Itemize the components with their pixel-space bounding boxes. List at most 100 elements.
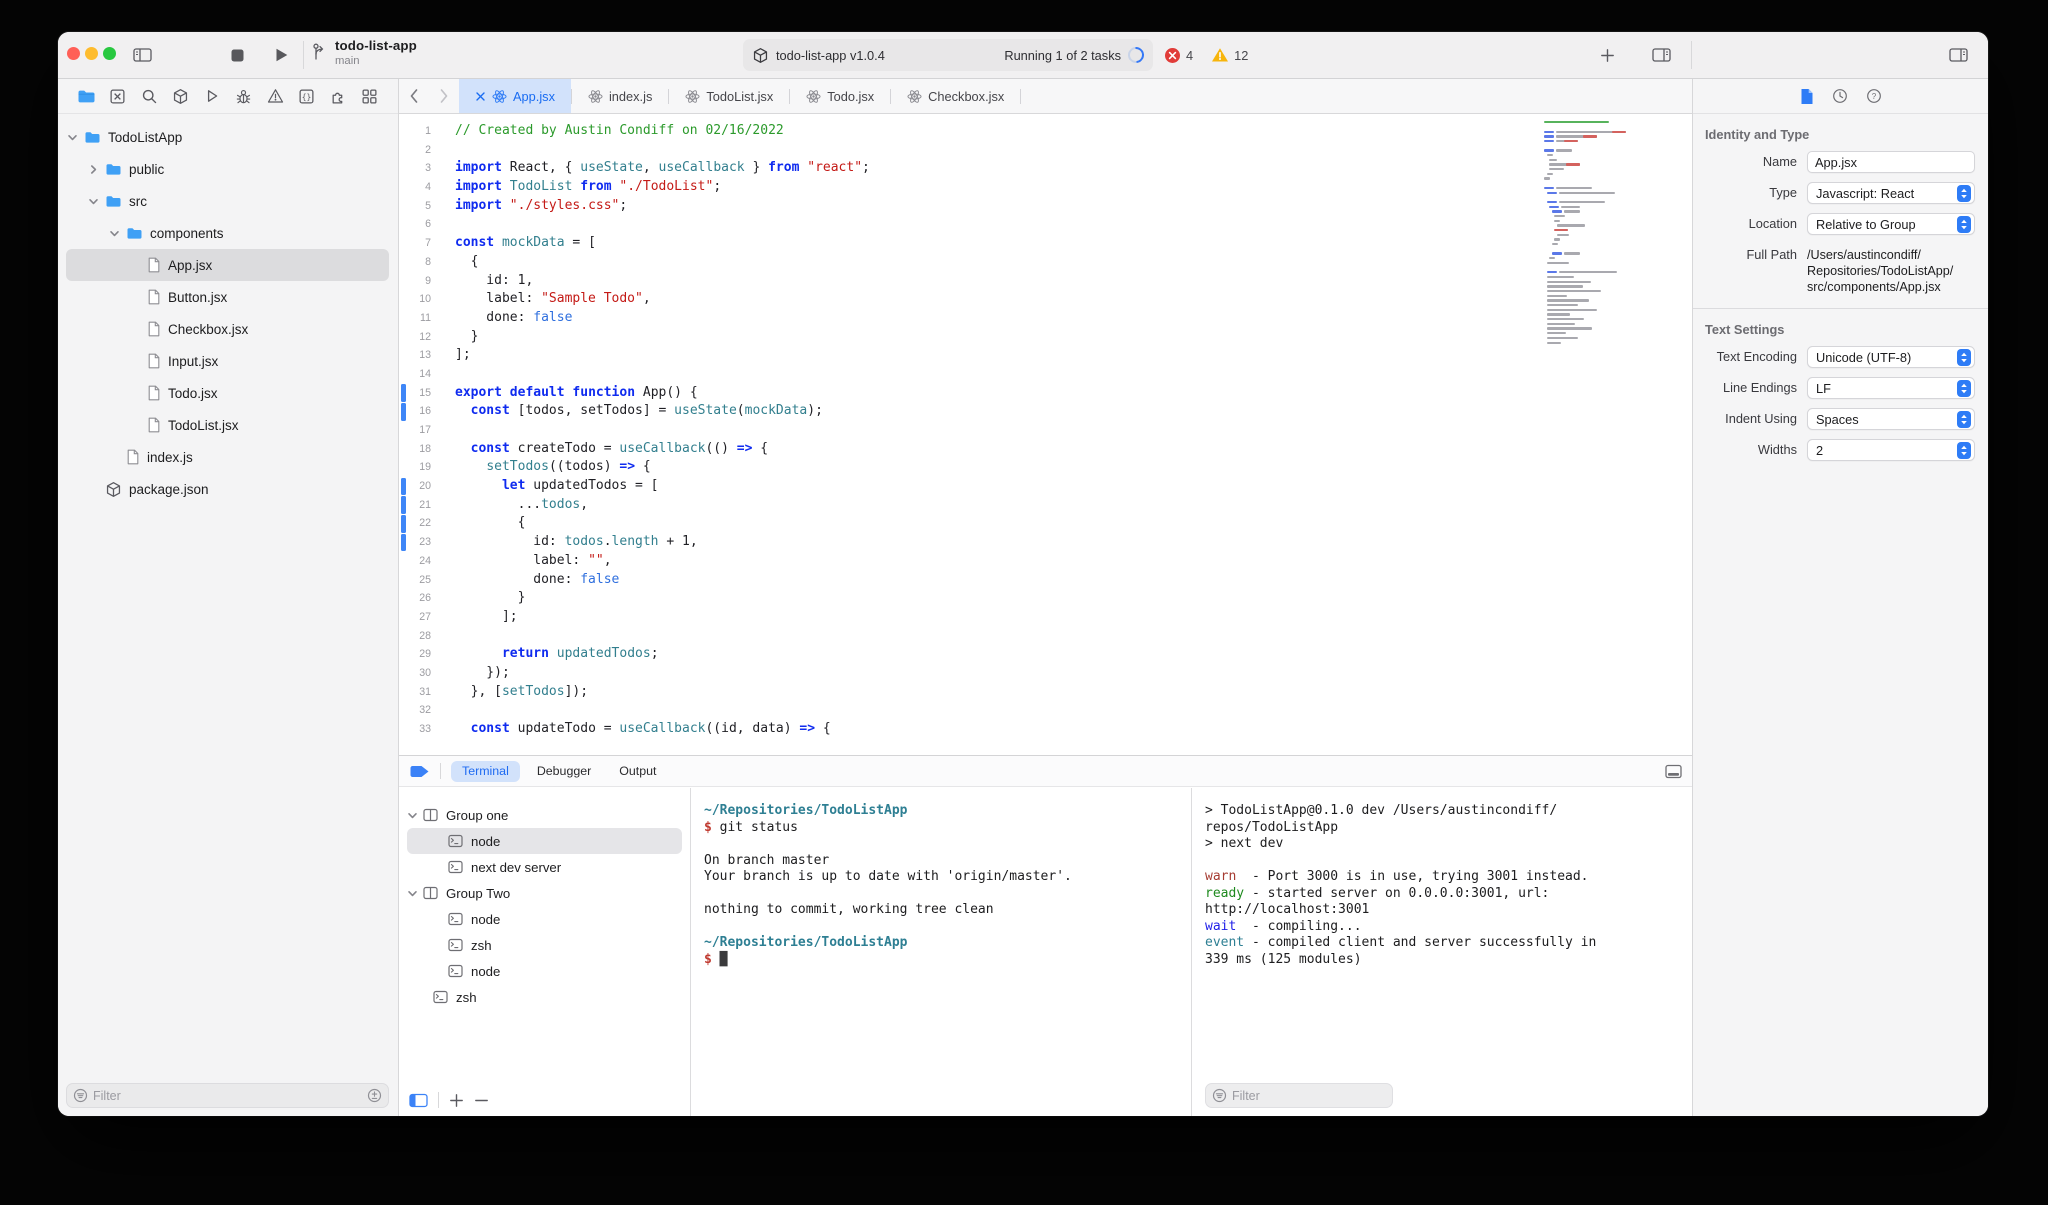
- name-field[interactable]: [1807, 151, 1975, 173]
- widths-select[interactable]: 2: [1807, 439, 1975, 461]
- session-group-one[interactable]: Group one: [407, 802, 682, 828]
- navigator-filter-input[interactable]: [93, 1088, 362, 1103]
- file-icon: [147, 289, 161, 305]
- add-filter-icon[interactable]: [367, 1088, 382, 1103]
- terminal-filter-field[interactable]: [1205, 1083, 1393, 1108]
- inspector-row-label: Location: [1748, 216, 1797, 231]
- chevron-right-icon[interactable]: [89, 164, 105, 175]
- tree-item-input.jsx[interactable]: Input.jsx: [66, 345, 389, 377]
- issue-badges[interactable]: 4 12: [1164, 32, 1248, 78]
- tab-todolist.jsx[interactable]: TodoList.jsx: [669, 79, 789, 113]
- line-endings-select[interactable]: LF: [1807, 377, 1975, 399]
- navigator-folder-button[interactable]: [74, 84, 98, 108]
- bug-icon: [235, 88, 252, 105]
- tree-item-checkbox.jsx[interactable]: Checkbox.jsx: [66, 313, 389, 345]
- navigator-search-button[interactable]: [137, 84, 161, 108]
- text-encoding-select[interactable]: Unicode (UTF-8): [1807, 346, 1975, 368]
- tree-item-todo.jsx[interactable]: Todo.jsx: [66, 377, 389, 409]
- tree-item-index.js[interactable]: index.js: [66, 441, 389, 473]
- navigator-bug-button[interactable]: [232, 84, 256, 108]
- clock-icon: [1832, 88, 1848, 104]
- terminal-filter-input[interactable]: [1232, 1088, 1386, 1103]
- line-number: 33: [419, 723, 431, 735]
- branch-icon: [311, 42, 328, 61]
- tree-item-components[interactable]: components: [66, 217, 389, 249]
- tab-app.jsx[interactable]: App.jsx: [459, 79, 571, 113]
- add-terminal-button[interactable]: [449, 1093, 464, 1108]
- code-line-22: 22 {: [399, 514, 1542, 533]
- inspector-row-name: Name: [1693, 151, 1975, 173]
- terminal-line: ~/Repositories/TodoListApp: [704, 935, 908, 950]
- navigator-grid-button[interactable]: [358, 84, 382, 108]
- window-minimize-button[interactable]: [85, 47, 98, 60]
- chevron-down-icon[interactable]: [68, 132, 84, 143]
- session-zsh[interactable]: zsh: [407, 932, 682, 958]
- window-close-button[interactable]: [67, 47, 80, 60]
- file-inspector-tab[interactable]: [1800, 88, 1814, 105]
- session-next-dev-server[interactable]: next dev server: [407, 854, 682, 880]
- chev-down-icon: [109, 228, 120, 239]
- tree-item-todolistapp[interactable]: TodoListApp: [66, 121, 389, 153]
- navigator-puzzle-button[interactable]: [326, 84, 350, 108]
- project-name: todo-list-app: [335, 38, 417, 53]
- code-line-32: 32: [399, 701, 1542, 720]
- toggle-session-sidebar-button[interactable]: [409, 1093, 428, 1108]
- location-select[interactable]: Relative to Group: [1807, 213, 1975, 235]
- window-zoom-button[interactable]: [103, 47, 116, 60]
- navigator-warning-button[interactable]: [263, 84, 287, 108]
- panel-tag-icon[interactable]: [409, 764, 430, 779]
- tab-checkbox.jsx[interactable]: Checkbox.jsx: [891, 79, 1020, 113]
- tree-item-button.jsx[interactable]: Button.jsx: [66, 281, 389, 313]
- split-editor-toolbar-button[interactable]: [1646, 32, 1676, 78]
- navigator-play-button[interactable]: [200, 84, 224, 108]
- activity-viewer[interactable]: todo-list-app v1.0.4 Running 1 of 2 task…: [743, 39, 1153, 71]
- cube-icon: [105, 481, 122, 498]
- tab-todo.jsx[interactable]: Todo.jsx: [790, 79, 890, 113]
- stop-button[interactable]: [224, 32, 250, 78]
- terminal-pane-dev[interactable]: > TodoListApp@0.1.0 dev /Users/austincon…: [1192, 788, 1692, 1116]
- toggle-navigator-button[interactable]: [129, 32, 155, 78]
- panel-tab-debugger[interactable]: Debugger: [526, 761, 602, 782]
- error-badge-icon: [1164, 47, 1181, 64]
- tree-item-package.json[interactable]: package.json: [66, 473, 389, 505]
- terminal-line: warn - Port 3000 is in use, trying 3001 …: [1205, 869, 1589, 884]
- chevron-down-icon[interactable]: [407, 888, 423, 899]
- chevron-down-icon[interactable]: [110, 228, 126, 239]
- history-forward-button[interactable]: [429, 79, 459, 113]
- minimap[interactable]: [1544, 120, 1650, 345]
- line-number: 30: [419, 666, 431, 679]
- toggle-inspector-button[interactable]: [1943, 32, 1973, 78]
- navigator-cube-button[interactable]: [169, 84, 193, 108]
- tree-item-src[interactable]: src: [66, 185, 389, 217]
- terminal-line: On branch master: [704, 852, 830, 868]
- history-inspector-tab[interactable]: [1832, 88, 1848, 104]
- run-button[interactable]: [268, 32, 294, 78]
- inspector-row-text-encoding: Text Encoding Unicode (UTF-8): [1693, 346, 1975, 368]
- navigator-filter-field[interactable]: [66, 1083, 389, 1108]
- tab-index.js[interactable]: index.js: [572, 79, 668, 113]
- session-node[interactable]: node: [407, 958, 682, 984]
- chevron-down-icon[interactable]: [89, 196, 105, 207]
- tree-item-todolist.jsx[interactable]: TodoList.jsx: [66, 409, 389, 441]
- new-tab-button[interactable]: [1594, 32, 1620, 78]
- type-select[interactable]: Javascript: React: [1807, 182, 1975, 204]
- help-inspector-tab[interactable]: ?: [1866, 88, 1882, 104]
- tree-item-public[interactable]: public: [66, 153, 389, 185]
- chevron-down-icon[interactable]: [407, 810, 423, 821]
- session-node[interactable]: node: [407, 828, 682, 854]
- hide-panel-button[interactable]: [1665, 764, 1682, 779]
- indent-using-select[interactable]: Spaces: [1807, 408, 1975, 430]
- code-editor[interactable]: 1 // Created by Austin Condiff on 02/16/2…: [399, 115, 1692, 755]
- history-back-button[interactable]: [399, 79, 429, 113]
- remove-terminal-button[interactable]: [474, 1093, 489, 1108]
- session-node[interactable]: node: [407, 906, 682, 932]
- terminal-pane-git[interactable]: ~/Repositories/TodoListApp $ git status O…: [691, 788, 1192, 1116]
- tree-item-app.jsx[interactable]: App.jsx: [66, 249, 389, 281]
- navigator-box-x-button[interactable]: [106, 84, 130, 108]
- panel-tab-terminal[interactable]: Terminal: [451, 760, 520, 782]
- session-group-two[interactable]: Group Two: [407, 880, 682, 906]
- panel-tab-output[interactable]: Output: [608, 761, 667, 782]
- close-x-icon[interactable]: [475, 91, 486, 102]
- session-zsh[interactable]: zsh: [407, 984, 682, 1010]
- navigator-braces-button[interactable]: {}: [295, 84, 319, 108]
